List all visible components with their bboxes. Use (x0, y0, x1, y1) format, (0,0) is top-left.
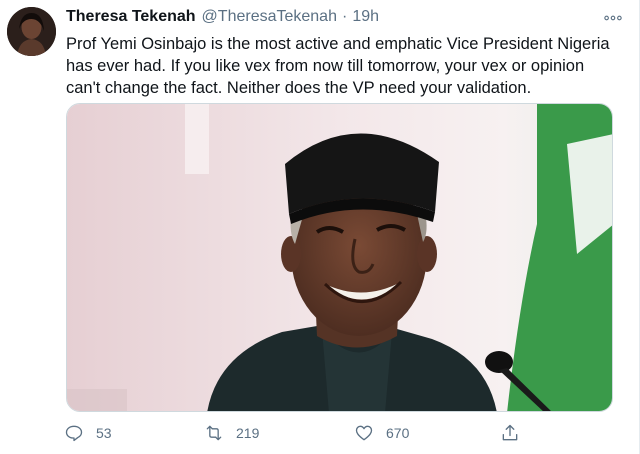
like-button[interactable]: 670 (354, 420, 409, 446)
share-icon (502, 424, 518, 441)
heart-icon (355, 425, 373, 441)
tweet-header: Theresa Tekenah @TheresaTekenah · 19h (66, 8, 379, 30)
retweet-count: 219 (236, 425, 260, 441)
author-handle[interactable]: @TheresaTekenah (202, 8, 337, 26)
reply-count: 53 (96, 425, 112, 441)
more-horizontal-icon (604, 15, 622, 21)
more-options-button[interactable] (601, 8, 625, 28)
tweet-actions: 53 219 670 (64, 420, 534, 446)
osinbajo-photo (67, 104, 612, 411)
reply-button[interactable]: 53 (64, 420, 112, 446)
tweet-text: Prof Yemi Osinbajo is the most active an… (66, 35, 610, 97)
tweet-timestamp[interactable]: 19h (352, 8, 379, 26)
like-count: 670 (386, 425, 410, 441)
author-name[interactable]: Theresa Tekenah (66, 8, 196, 26)
retweet-icon (206, 425, 222, 441)
avatar-photo (7, 7, 56, 56)
tweet-card[interactable]: Theresa Tekenah @TheresaTekenah · 19h Pr… (0, 0, 640, 454)
share-button[interactable] (500, 420, 520, 446)
reply-icon (65, 425, 83, 442)
tweet-image[interactable] (66, 103, 613, 412)
author-avatar[interactable] (7, 7, 56, 56)
retweet-button[interactable]: 219 (204, 420, 259, 446)
separator-dot: · (341, 8, 348, 25)
